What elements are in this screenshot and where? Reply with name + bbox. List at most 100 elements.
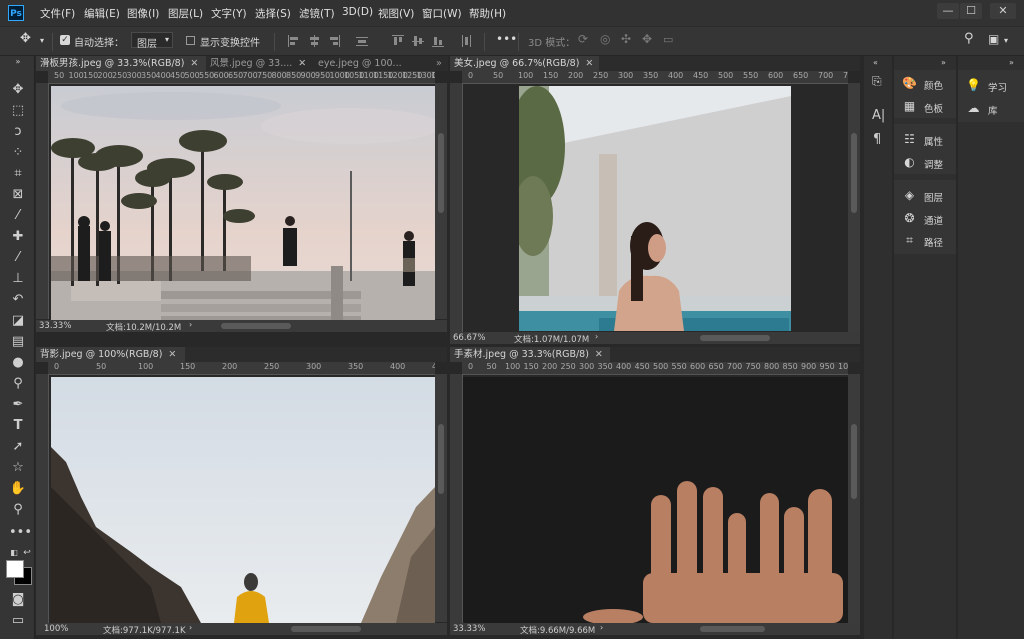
chevron-right-icon[interactable]: › [600,623,603,632]
more-tabs-icon[interactable]: » [432,56,448,71]
close-icon[interactable]: ✕ [595,349,603,360]
expand-panels-icon[interactable]: » [1009,58,1014,67]
frame-tool-icon[interactable]: ⊠ [9,186,27,204]
zoom-tool-icon[interactable]: ⚲ [9,501,27,519]
search-icon[interactable]: ⚲ [964,31,974,46]
pan-3d-icon[interactable]: ✣ [621,32,631,46]
zoom-level[interactable]: 33.33% [453,624,485,634]
auto-select-checkbox[interactable]: ✓ [60,35,70,45]
align-hcenter-icon[interactable] [308,35,320,47]
dodge-tool-icon[interactable]: ⚲ [9,375,27,393]
healing-brush-tool-icon[interactable]: ✚ [9,228,27,246]
chevron-right-icon[interactable]: › [595,332,598,341]
horizontal-scroll-thumb[interactable] [291,626,361,632]
menu-image[interactable]: 图像(I) [127,6,159,21]
collapse-icon[interactable]: « [873,58,878,67]
scroll-thumb[interactable] [438,424,444,494]
workspace-icon[interactable]: ▣ [988,32,999,46]
menu-view[interactable]: 视图(V) [378,6,414,21]
orbit-3d-icon[interactable]: ⟳ [578,32,588,46]
tab-document[interactable]: 背影.jpeg @ 100%(RGB/8) ✕ [36,347,185,362]
menu-edit[interactable]: 编辑(E) [84,6,120,21]
clone-stamp-tool-icon[interactable]: ⊥ [9,270,27,288]
foreground-color-swatch[interactable] [6,560,24,578]
roll-3d-icon[interactable]: ◎ [600,32,610,46]
menu-file[interactable]: 文件(F) [40,6,75,21]
menu-select[interactable]: 选择(S) [255,6,291,21]
minimize-button[interactable]: — [937,3,959,19]
zoom-level[interactable]: 66.67% [453,333,485,343]
canvas-image-skateboard[interactable] [51,86,435,329]
quick-select-tool-icon[interactable]: ⁘ [9,144,27,162]
expand-panels-icon[interactable]: » [941,58,946,67]
canvas-image-back-view[interactable] [51,377,435,623]
close-button[interactable]: ✕ [990,3,1016,19]
marquee-tool-icon[interactable]: ⬚ [9,102,27,120]
distribute-icon[interactable] [356,35,368,47]
vertical-scrollbar[interactable] [435,374,447,622]
close-icon[interactable]: ✕ [585,58,593,69]
align-bottom-icon[interactable] [432,35,444,47]
close-icon[interactable]: ✕ [168,349,176,360]
canvas-image-hands[interactable] [463,377,848,623]
more-tools-icon[interactable]: ••• [9,524,32,542]
horizontal-scroll-thumb[interactable] [700,626,765,632]
tab-document[interactable]: 美女.jpeg @ 66.7%(RGB/8) ✕ [450,56,599,71]
menu-type[interactable]: 文字(Y) [211,6,247,21]
canvas-image-woman[interactable] [519,86,791,331]
chevron-right-icon[interactable]: › [189,623,192,632]
eraser-tool-icon[interactable]: ◪ [9,312,27,330]
chevron-down-icon[interactable]: ▾ [1004,36,1008,45]
horizontal-scroll-thumb[interactable] [700,335,770,341]
quick-mask-icon[interactable]: ◙ [9,591,27,609]
align-left-icon[interactable] [288,35,300,47]
screen-mode-icon[interactable]: ▭ [9,612,27,630]
lasso-tool-icon[interactable]: ↄ [9,123,27,141]
zoom-level[interactable]: 100% [44,624,68,634]
vertical-scrollbar[interactable] [848,83,860,332]
menu-help[interactable]: 帮助(H) [469,6,506,21]
menu-layer[interactable]: 图层(L) [168,6,203,21]
close-icon[interactable]: ✕ [190,58,198,69]
menu-window[interactable]: 窗口(W) [422,6,462,21]
document-info[interactable]: 文档:1.07M/1.07M [514,333,589,345]
menu-3d[interactable]: 3D(D) [342,6,373,18]
align-top-icon[interactable] [392,35,404,47]
history-brush-tool-icon[interactable]: ↶ [9,291,27,309]
gradient-tool-icon[interactable]: ▤ [9,333,27,351]
history-panel-icon[interactable]: ⎘ [872,74,882,89]
document-info[interactable]: 文档:977.1K/977.1K [103,624,186,636]
slide-3d-icon[interactable]: ✥ [642,32,652,46]
crop-tool-icon[interactable]: ⌗ [9,165,27,183]
camera-3d-icon[interactable]: ▭ [663,33,673,46]
auto-select-dropdown[interactable]: 图层 ▾ [131,32,173,50]
show-transform-checkbox[interactable] [186,36,195,45]
maximize-button[interactable]: ☐ [960,3,982,19]
tab-document[interactable]: 风景.jpeg @ 33.... ✕ [206,56,308,71]
align-vcenter-icon[interactable] [412,35,424,47]
hand-tool-icon[interactable]: ✋ [9,480,27,498]
tab-document[interactable]: 滑板男孩.jpeg @ 33.3%(RGB/8) ✕ [36,56,206,71]
collapse-icon[interactable]: » [9,58,27,66]
chevron-right-icon[interactable]: › [189,320,192,329]
character-panel-icon[interactable]: A| [872,108,885,123]
document-info[interactable]: 文档:9.66M/9.66M [520,624,595,636]
move-tool-icon[interactable]: ✥ [20,31,31,46]
brush-tool-icon[interactable]: ⁄ [9,249,27,267]
chevron-down-icon[interactable]: ▾ [40,36,44,45]
scroll-thumb[interactable] [851,133,857,213]
align-right-icon[interactable] [328,35,340,47]
move-tool-icon[interactable]: ✥ [9,81,27,99]
scroll-thumb[interactable] [438,133,444,213]
pen-tool-icon[interactable]: ✒ [9,396,27,414]
more-icon[interactable]: ••• [496,32,517,46]
type-tool-icon[interactable]: T [9,417,27,435]
tab-document[interactable]: eye.jpeg @ 100... [314,56,428,71]
scroll-thumb[interactable] [851,424,857,499]
path-select-tool-icon[interactable]: ➚ [9,438,27,456]
shape-tool-icon[interactable]: ☆ [9,459,27,477]
vertical-scrollbar[interactable] [848,374,860,623]
vertical-scrollbar[interactable] [435,83,447,319]
menu-filter[interactable]: 滤镜(T) [299,6,335,21]
zoom-level[interactable]: 33.33% [39,321,71,331]
